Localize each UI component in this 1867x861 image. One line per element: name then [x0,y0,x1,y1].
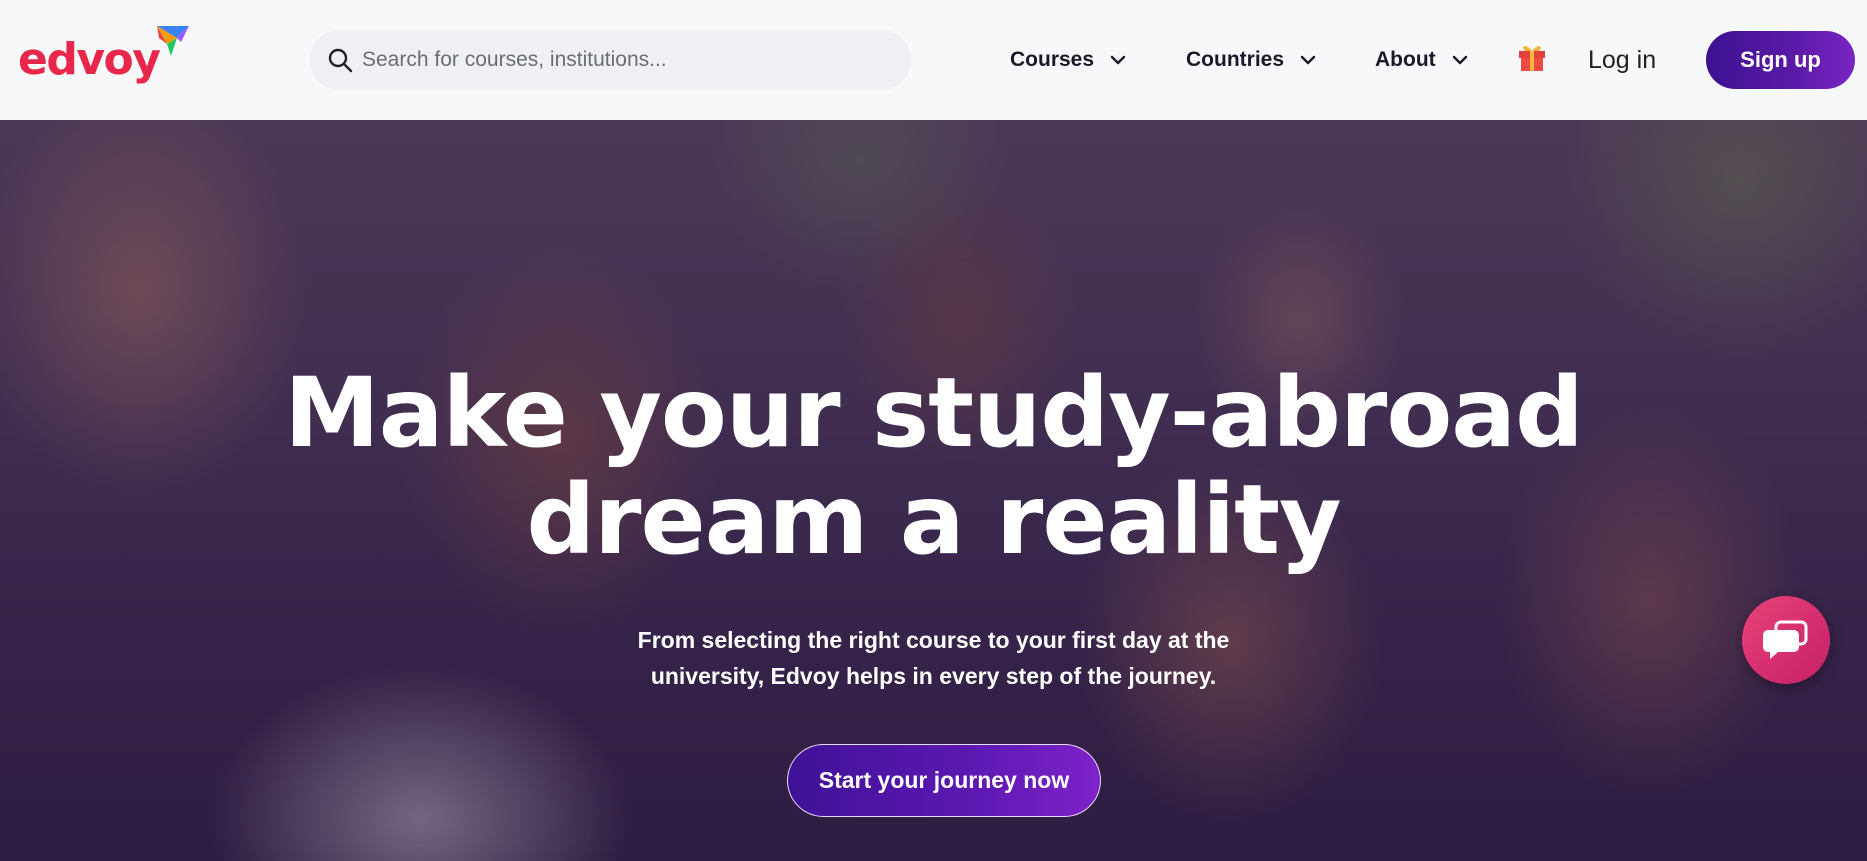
start-journey-button[interactable]: Start your journey now [787,744,1101,817]
hero-subtitle-line-2: university, Edvoy helps in every step of… [650,663,1217,689]
hero-subtitle: From selecting the right course to your … [0,622,1867,694]
chevron-down-icon [1452,55,1467,65]
signup-button[interactable]: Sign up [1706,31,1855,89]
hero-title: Make your study-abroad dream a reality [0,360,1867,574]
nav-courses[interactable]: Courses [1010,42,1126,78]
chat-bubble-icon [1763,620,1808,659]
hero-title-line-2: dream a reality [526,464,1341,576]
logo-mark-icon [157,26,190,56]
chevron-down-icon [1300,55,1316,65]
hero-title-line-1: Make your study-abroad [284,357,1584,469]
search-input[interactable] [362,40,882,80]
nav-about[interactable]: About [1375,42,1468,78]
nav-about-label: About [1375,48,1436,71]
edvoy-logo[interactable]: edvoy [18,24,191,96]
nav-countries-label: Countries [1186,48,1285,71]
login-link[interactable]: Log in [1588,42,1656,78]
search-icon [328,48,353,73]
logo-wordmark: edvoy [18,34,161,85]
hero-subtitle-line-1: From selecting the right course to your … [637,627,1230,653]
chevron-down-icon [1110,55,1126,65]
site-header: edvoy Courses Countries About [0,0,1867,120]
chat-widget-button[interactable] [1742,596,1830,684]
nav-courses-label: Courses [1010,48,1095,71]
nav-countries[interactable]: Countries [1186,42,1316,78]
hero-section: Make your study-abroad dream a reality F… [0,120,1867,861]
search-bar[interactable] [310,30,911,90]
gift-icon[interactable] [1517,40,1547,72]
